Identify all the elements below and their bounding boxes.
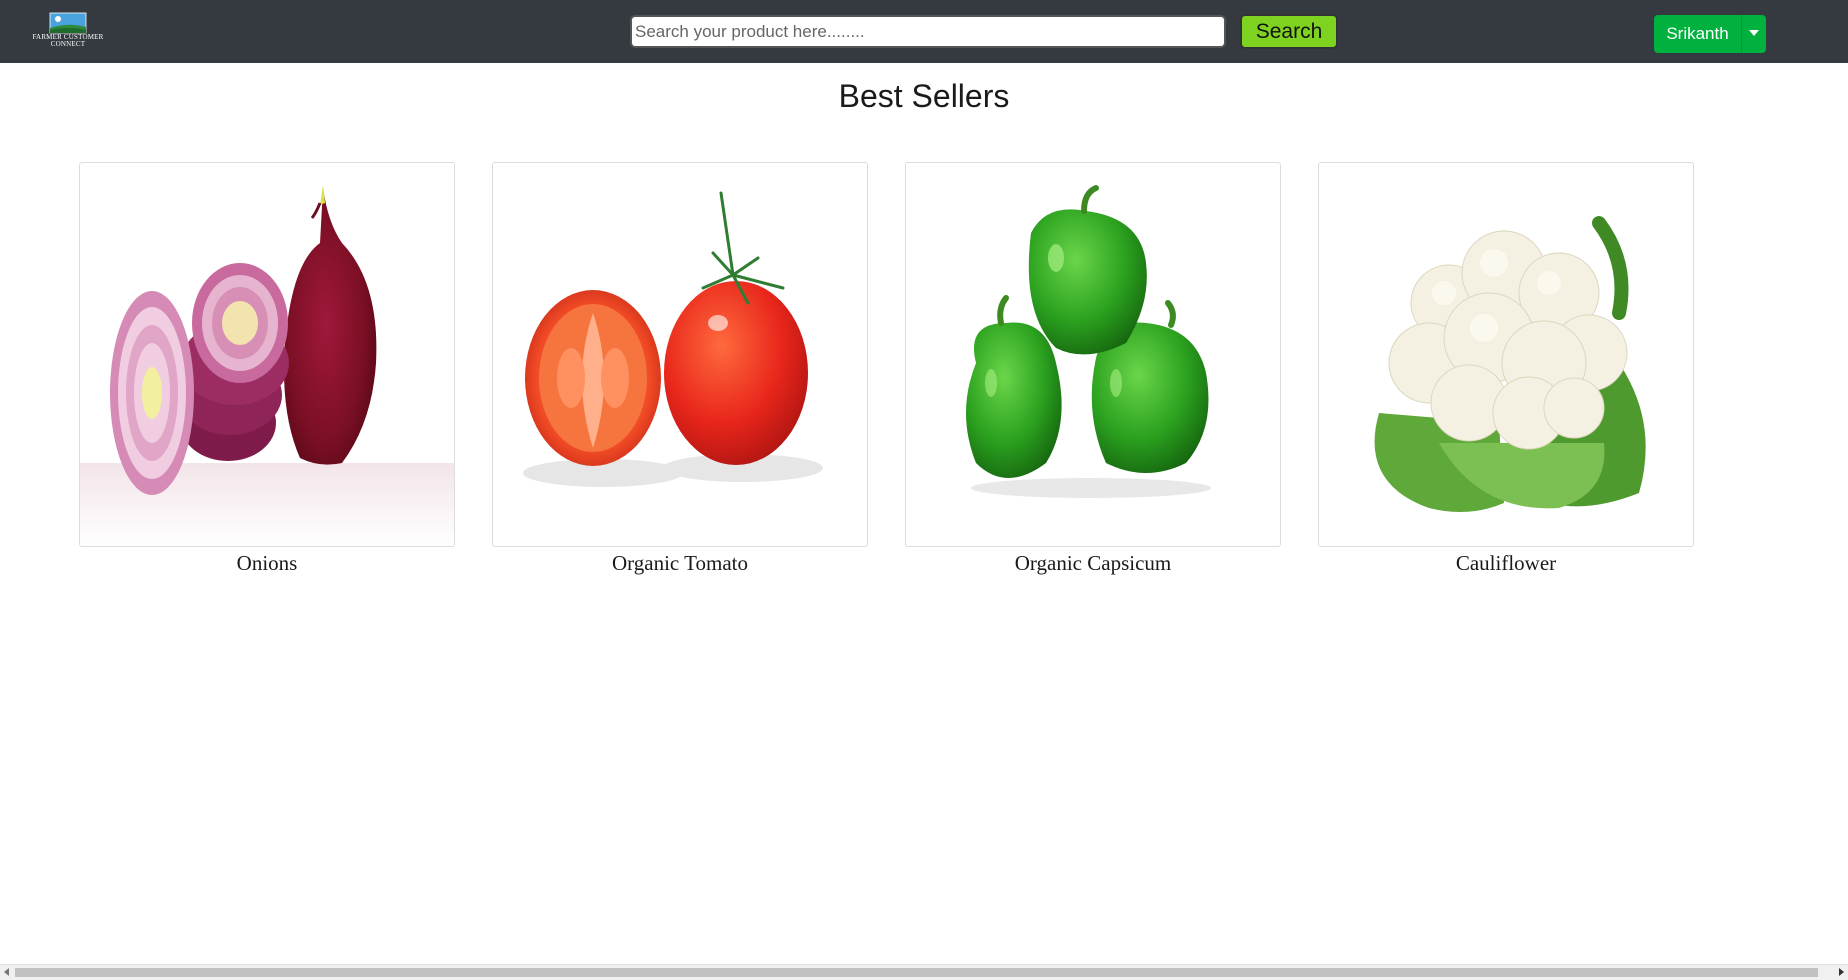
product-card[interactable]: Onions (79, 162, 455, 576)
cauliflower-image[interactable] (1318, 162, 1694, 547)
search-input[interactable] (630, 15, 1226, 48)
tomato-image[interactable] (492, 162, 868, 547)
user-menu: Srikanth (1654, 15, 1766, 53)
user-dropdown-toggle[interactable] (1742, 15, 1766, 53)
scroll-left-arrow-icon[interactable] (4, 968, 9, 976)
onion-image[interactable] (79, 162, 455, 547)
product-card[interactable]: Organic Capsicum (905, 162, 1281, 576)
product-name[interactable]: Organic Tomato (492, 550, 868, 576)
caret-down-icon (1749, 30, 1759, 36)
capsicum-image[interactable] (905, 162, 1281, 547)
scroll-right-arrow-icon[interactable] (1839, 968, 1844, 976)
search-button[interactable]: Search (1240, 14, 1338, 49)
product-card[interactable]: Cauliflower (1318, 162, 1694, 576)
horizontal-scrollbar[interactable] (0, 964, 1848, 980)
user-name-button[interactable]: Srikanth (1654, 15, 1742, 53)
scrollbar-thumb[interactable] (15, 968, 1818, 977)
brand-logo[interactable]: FARMER CUSTOMER CONNECT (30, 12, 106, 52)
product-name[interactable]: Organic Capsicum (905, 550, 1281, 576)
logo-text: FARMER CUSTOMER CONNECT (32, 33, 104, 48)
top-navbar: FARMER CUSTOMER CONNECT Search Srikanth (0, 0, 1848, 63)
product-name[interactable]: Cauliflower (1318, 550, 1694, 576)
page-title: Best Sellers (838, 78, 1010, 114)
product-card[interactable]: Organic Tomato (492, 162, 868, 576)
product-name[interactable]: Onions (79, 550, 455, 576)
